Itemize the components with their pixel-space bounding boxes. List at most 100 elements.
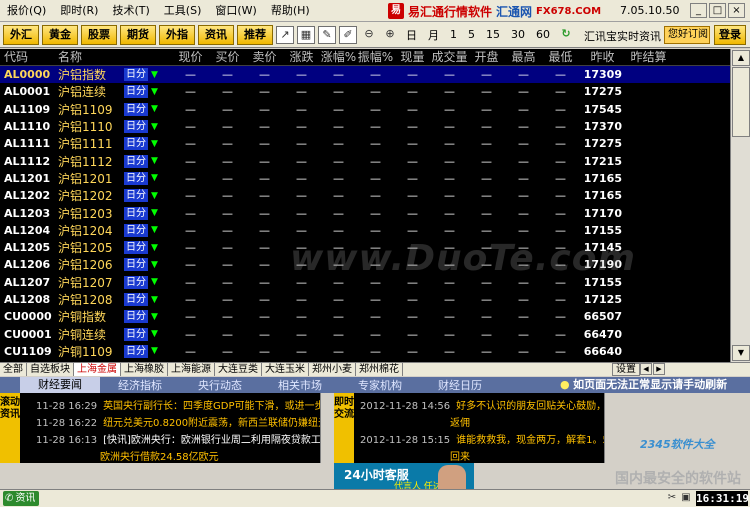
news-item[interactable]: 11-28 16:22 纽元兑美元0.8200附近震荡，新西兰联储仍嫌纽元过高 <box>36 414 320 429</box>
quote-row[interactable]: AL1208 沪铝1208 日分 ▼ — — — — — — — — — — — 17125 <box>0 291 730 308</box>
sector-tab[interactable]: 郑州小麦 <box>309 363 356 376</box>
column-header[interactable]: 卖价 <box>246 49 283 65</box>
chart-link[interactable]: 日分 ▼ <box>124 120 172 134</box>
menu-help[interactable]: 帮助(H) <box>264 0 317 22</box>
forex-button[interactable]: 外汇 <box>3 24 39 45</box>
dropdown-icon[interactable]: ▼ <box>151 225 158 235</box>
sector-tab[interactable]: 上海金属 <box>74 363 121 376</box>
dropdown-icon[interactable]: ▼ <box>151 208 158 218</box>
chart-link[interactable]: 日分 ▼ <box>124 102 172 116</box>
gold-button[interactable]: 黄金 <box>42 24 78 45</box>
news-tab[interactable]: 相关市场 <box>260 377 340 393</box>
dropdown-icon[interactable]: ▼ <box>151 260 158 270</box>
news-tab[interactable]: 财经要闻 <box>20 377 100 393</box>
chart-link[interactable]: 日分 ▼ <box>124 275 172 289</box>
sector-tab[interactable]: 大连豆类 <box>215 363 262 376</box>
column-header[interactable] <box>124 49 172 65</box>
quote-row[interactable]: AL1111 沪铝1111 日分 ▼ — — — — — — — — — — — 17275 <box>0 135 730 152</box>
period-month[interactable]: 月 <box>424 27 443 43</box>
ad-banner[interactable]: 24小时客服 代言人 任达华 <box>334 463 474 492</box>
sector-tab[interactable]: 上海能源 <box>168 363 215 376</box>
quote-row[interactable]: AL1112 沪铝1112 日分 ▼ — — — — — — — — — — — 17215 <box>0 152 730 169</box>
chart-link[interactable]: 日分 ▼ <box>124 241 172 255</box>
period-30[interactable]: 30 <box>507 28 529 41</box>
column-header[interactable]: 涨幅% <box>320 49 357 65</box>
chart-link[interactable]: 日分 ▼ <box>124 327 172 341</box>
sector-tab[interactable]: 大连玉米 <box>262 363 309 376</box>
dropdown-icon[interactable]: ▼ <box>151 312 158 322</box>
quote-row[interactable]: CU0001 沪铜连续 日分 ▼ — — — — — — — — — — — 66470 <box>0 325 730 342</box>
pen-icon[interactable]: ✎ <box>318 25 336 44</box>
column-header[interactable]: 名称 <box>58 49 124 65</box>
period-5[interactable]: 5 <box>464 28 479 41</box>
dropdown-icon[interactable]: ▼ <box>151 173 158 183</box>
quote-row[interactable]: AL1203 沪铝1203 日分 ▼ — — — — — — — — — — — 17170 <box>0 204 730 221</box>
zoom-out-icon[interactable]: ⊖ <box>360 26 378 44</box>
menu-realtime[interactable]: 即时(R) <box>53 0 105 22</box>
quote-row[interactable]: AL1204 沪铝1204 日分 ▼ — — — — — — — — — — — 17155 <box>0 222 730 239</box>
sector-tab[interactable]: 全部 <box>0 363 27 376</box>
recommend-button[interactable]: 推荐 <box>237 24 273 45</box>
chart-link[interactable]: 日分 ▼ <box>124 137 172 151</box>
chat-item[interactable]: 返佣 <box>444 414 689 429</box>
menu-tools[interactable]: 工具(S) <box>157 0 209 22</box>
line-chart-icon[interactable]: ↗ <box>276 25 294 44</box>
sector-tab[interactable]: 郑州棉花 <box>356 363 403 376</box>
column-header[interactable]: 昨收 <box>579 49 626 65</box>
dropdown-icon[interactable]: ▼ <box>151 156 158 166</box>
dropdown-icon[interactable]: ▼ <box>151 243 158 253</box>
quote-row[interactable]: AL0001 沪铝连续 日分 ▼ — — — — — — — — — — — 17275 <box>0 83 730 100</box>
column-header[interactable]: 代码 <box>0 49 58 65</box>
sector-tab[interactable]: 上海橡胶 <box>121 363 168 376</box>
news-toggle-button[interactable]: ✆ 资讯 <box>3 491 40 506</box>
period-60[interactable]: 60 <box>532 28 554 41</box>
scroll-thumb[interactable] <box>732 67 750 137</box>
chat-item[interactable]: 2012-11-28 14:56 好多不认识的朋友回贴关心鼓励，平台 <box>360 397 605 412</box>
chart-link[interactable]: 日分 ▼ <box>124 189 172 203</box>
quote-row[interactable]: AL1201 沪铝1201 日分 ▼ — — — — — — — — — — — 17165 <box>0 170 730 187</box>
foreign-index-button[interactable]: 外指 <box>159 24 195 45</box>
refresh-icon[interactable]: ↻ <box>557 26 575 44</box>
dropdown-icon[interactable]: ▼ <box>151 104 158 114</box>
chart-link[interactable]: 日分 ▼ <box>124 68 172 82</box>
chart-link[interactable]: 日分 ▼ <box>124 310 172 324</box>
news-scrollbar[interactable] <box>320 393 332 463</box>
chat-item[interactable]: 2012-11-28 15:15 谁能救救我，现金两万，解套1。5万美 <box>360 431 605 446</box>
zoom-in-icon[interactable]: ⊕ <box>381 26 399 44</box>
dropdown-icon[interactable]: ▼ <box>151 70 158 80</box>
dropdown-icon[interactable]: ▼ <box>151 139 158 149</box>
period-1[interactable]: 1 <box>446 28 461 41</box>
quote-row[interactable]: AL0000 沪铝指数 日分 ▼ — — — — — — — — — — — 17309 <box>0 66 730 84</box>
tools-icon[interactable]: ✂ <box>666 492 678 504</box>
chart-link[interactable]: 日分 ▼ <box>124 171 172 185</box>
quote-row[interactable]: CU0000 沪铜指数 日分 ▼ — — — — — — — — — — — 66507 <box>0 308 730 325</box>
vertical-scrollbar[interactable]: ▲ ▼ <box>730 49 750 362</box>
column-header[interactable]: 开盘 <box>468 49 505 65</box>
column-header[interactable]: 涨跌 <box>283 49 320 65</box>
dropdown-icon[interactable]: ▼ <box>151 191 158 201</box>
dropdown-icon[interactable]: ▼ <box>151 295 158 305</box>
menu-quote[interactable]: 报价(Q) <box>0 0 53 22</box>
news-tab[interactable]: 财经日历 <box>420 377 500 393</box>
close-icon[interactable]: × <box>728 3 745 18</box>
chart-link[interactable]: 日分 ▼ <box>124 154 172 168</box>
quote-row[interactable]: AL1202 沪铝1202 日分 ▼ — — — — — — — — — — — 17165 <box>0 187 730 204</box>
quote-row[interactable]: AL1110 沪铝1110 日分 ▼ — — — — — — — — — — — 17370 <box>0 118 730 135</box>
column-header[interactable]: 买价 <box>209 49 246 65</box>
chart-link[interactable]: 日分 ▼ <box>124 223 172 237</box>
settings-button[interactable]: 设置 <box>612 363 640 376</box>
draw-icon[interactable]: ✐ <box>339 25 357 44</box>
scroll-up-icon[interactable]: ▲ <box>732 50 750 66</box>
grid-icon[interactable]: ▦ <box>297 25 315 44</box>
chart-link[interactable]: 日分 ▼ <box>124 258 172 272</box>
subscribe-button[interactable]: 您好订阅 <box>664 26 710 44</box>
news-item[interactable]: 11-28 16:13 [快讯]欧洲央行：欧洲银行业周二利用隔夜贷款工具向 <box>36 431 320 446</box>
quote-row[interactable]: AL1109 沪铝1109 日分 ▼ — — — — — — — — — — — 17545 <box>0 101 730 118</box>
news-tab[interactable]: 专家机构 <box>340 377 420 393</box>
chat-scrollbar[interactable] <box>604 393 616 463</box>
news-tab[interactable]: 央行动态 <box>180 377 260 393</box>
period-day[interactable]: 日 <box>402 27 421 43</box>
chart-link[interactable]: 日分 ▼ <box>124 344 172 358</box>
news-tab[interactable]: 经济指标 <box>100 377 180 393</box>
chart-link[interactable]: 日分 ▼ <box>124 85 172 99</box>
